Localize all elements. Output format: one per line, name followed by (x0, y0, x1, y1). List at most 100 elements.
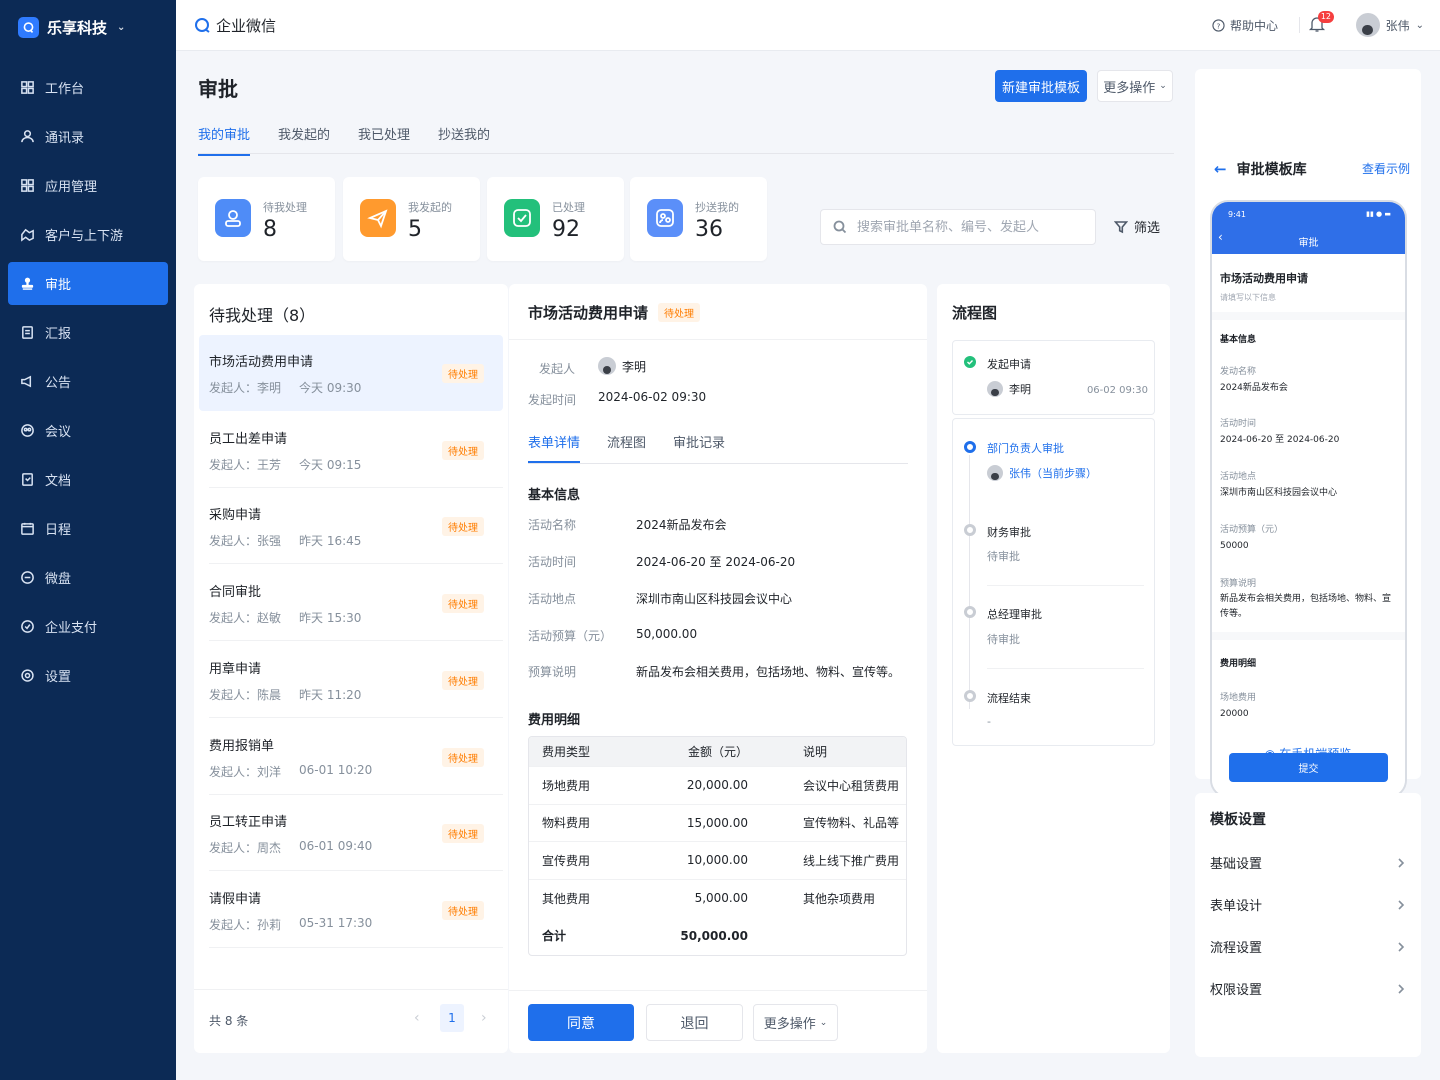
notification-button[interactable]: 12 (1308, 11, 1334, 35)
list-item[interactable]: 员工转正申请 发起人：周杰 06-01 09:40 待处理 (199, 795, 503, 872)
tab-approval-record[interactable]: 审批记录 (673, 432, 725, 463)
settings-item-flow[interactable]: 流程设置 (1210, 937, 1406, 956)
reject-button[interactable]: 退回 (646, 1004, 743, 1041)
phone-field-label: 预算说明 (1220, 579, 1257, 589)
filter-button[interactable]: 筛选 (1114, 217, 1160, 236)
stat-value: 5 (408, 217, 422, 242)
table-header: 费用类型 金额（元） 说明 (529, 737, 906, 767)
column-header: 金额（元） (687, 745, 748, 759)
settings-item-permission[interactable]: 权限设置 (1210, 979, 1406, 998)
approval-name: 员工转正申请 (209, 815, 288, 831)
tab-initiated[interactable]: 我发起的 (278, 124, 330, 156)
prev-page-button[interactable]: ‹ (414, 1010, 420, 1026)
fee-amount: 20,000.00 (686, 778, 748, 793)
avatar (1355, 13, 1380, 37)
stat-value: 8 (263, 217, 277, 242)
tab-cc[interactable]: 抄送我的 (438, 124, 490, 156)
tab-processed[interactable]: 我已处理 (358, 124, 410, 156)
sidebar-item-customers[interactable]: 客户与上下游 (8, 213, 168, 256)
settings-icon (21, 669, 34, 682)
template-library-header: ← 审批模板库 (1214, 159, 1307, 179)
help-center-label: 帮助中心 (1229, 19, 1278, 33)
submit-time: 昨天 15:30 (299, 611, 362, 626)
org-switcher[interactable]: 乐享科技 ⌄ (18, 17, 125, 38)
status-badge: 待处理 (442, 517, 484, 537)
pending-step-icon (964, 524, 976, 536)
tab-form-detail[interactable]: 表单详情 (528, 432, 581, 463)
stat-card-initiated[interactable]: 我发起的 5 (343, 177, 480, 261)
stat-value: 36 (695, 217, 723, 242)
settings-item-basic[interactable]: 基础设置 (1210, 853, 1406, 872)
list-item[interactable]: 用章申请 发起人：陈晨 昨天 11:20 待处理 (199, 642, 503, 718)
node-title: 发起申请 (987, 358, 1031, 371)
tab-my-approval[interactable]: 我的审批 (198, 124, 251, 156)
sidebar-item-calendar[interactable]: 日程 (8, 507, 168, 550)
initiator-name: 张强 (257, 534, 282, 549)
stat-label: 我发起的 (408, 201, 452, 214)
sidebar-item-contacts[interactable]: 通讯录 (8, 115, 168, 158)
top-bar: 企业微信 ? 帮助中心 12 张伟 ⌄ (176, 0, 1440, 51)
sidebar-item-drive[interactable]: 微盘 (8, 556, 168, 599)
list-item[interactable]: 合同审批 发起人：赵敏 昨天 15:30 待处理 (199, 565, 503, 642)
stat-card-cc[interactable]: 抄送我的 36 (630, 177, 767, 261)
sidebar-item-docs[interactable]: 文档 (8, 458, 168, 501)
divider (1299, 17, 1300, 33)
drive-icon (21, 571, 34, 584)
field-label: 活动名称 (528, 518, 577, 532)
field-label: 预算说明 (528, 665, 577, 679)
more-actions-label: 更多操作 (763, 1017, 816, 1032)
status-badge: 待处理 (442, 824, 484, 844)
current-step-icon (964, 441, 976, 453)
next-page-button[interactable]: › (481, 1010, 487, 1026)
list-item[interactable]: 员工出差申请 发起人：王芳 今天 09:15 待处理 (199, 412, 503, 488)
stat-card-pending[interactable]: 待我处理 8 (198, 177, 335, 261)
approval-name: 费用报销单 (209, 738, 275, 754)
help-center-link[interactable]: ? 帮助中心 (1212, 17, 1278, 34)
table-total-row: 合计 50,000.00 (529, 917, 906, 955)
approval-meta: 发起人：赵敏 昨天 15:30 (209, 609, 361, 626)
search-input[interactable] (857, 219, 1077, 235)
more-actions-dropdown[interactable]: 更多操作 ⌄ (753, 1004, 838, 1041)
check-icon (504, 199, 540, 237)
sidebar-item-announcement[interactable]: 公告 (8, 360, 168, 403)
end-step-icon (964, 690, 976, 702)
initiator-prefix: 发起人： (209, 534, 258, 549)
list-item[interactable]: 费用报销单 发起人：刘洋 06-01 10:20 待处理 (199, 719, 503, 795)
sidebar-item-meeting[interactable]: 会议 (8, 409, 168, 452)
fee-amount: 15,000.00 (686, 815, 748, 830)
list-item[interactable]: 采购申请 发起人：张强 昨天 16:45 待处理 (199, 488, 503, 565)
submit-time: 昨天 11:20 (299, 687, 362, 702)
list-item[interactable]: 市场活动费用申请 发起人：李明 今天 09:30 待处理 (199, 335, 503, 411)
settings-item-form[interactable]: 表单设计 (1210, 895, 1406, 914)
sidebar-item-payment[interactable]: 企业支付 (8, 605, 168, 648)
user-menu[interactable]: 张伟 ⌄ (1355, 13, 1424, 37)
agree-button[interactable]: 同意 (528, 1004, 634, 1041)
more-ops-dropdown[interactable]: 更多操作 ⌄ (1097, 70, 1173, 102)
mobile-preview-link[interactable]: ◉ 在手机端预览 (1195, 745, 1421, 762)
table-row: 物料费用 15,000.00 宣传物料、礼品等 (529, 805, 906, 842)
phone-form-head: 市场活动费用申请 请填写以下信息 (1212, 254, 1405, 312)
svg-text:?: ? (1217, 21, 1221, 30)
initiator-name: 李明 (622, 359, 647, 374)
sidebar-item-workbench[interactable]: 工作台 (8, 66, 168, 109)
product-logo[interactable]: 企业微信 (194, 15, 276, 36)
sidebar-item-approval[interactable]: 审批 (8, 262, 168, 305)
sidebar-item-settings[interactable]: 设置 (8, 654, 168, 697)
list-item[interactable]: 请假申请 发起人：孙莉 05-31 17:30 待处理 (199, 872, 503, 948)
template-settings-title: 模板设置 (1210, 812, 1266, 828)
flow-node-list: 部门负责人审批 张伟（当前步骤） 财务审批 待审批 总经理审批 待审批 流程结束… (952, 418, 1155, 746)
phone-preview: 9:41 ▮▮ ● ▬ ‹ 审批 市场活动费用申请 请填写以下信息 基本信息 发… (1210, 200, 1407, 798)
view-example-link[interactable]: 查看示例 (1362, 160, 1410, 177)
chevron-down-icon: ⌄ (1415, 19, 1424, 31)
page-number[interactable]: 1 (440, 1004, 464, 1032)
sidebar-item-report[interactable]: 汇报 (8, 311, 168, 354)
column-header: 费用类型 (542, 745, 591, 759)
new-template-button[interactable]: 新建审批模板 (995, 70, 1087, 102)
avatar (598, 357, 616, 375)
stat-card-processed[interactable]: 已处理 92 (487, 177, 624, 261)
node-title: 流程结束 (987, 692, 1031, 705)
phone-field-value: 50000 (1220, 541, 1249, 551)
sidebar-item-apps[interactable]: 应用管理 (8, 164, 168, 207)
back-arrow-icon[interactable]: ← (1214, 160, 1227, 178)
tab-flowchart[interactable]: 流程图 (607, 432, 646, 463)
